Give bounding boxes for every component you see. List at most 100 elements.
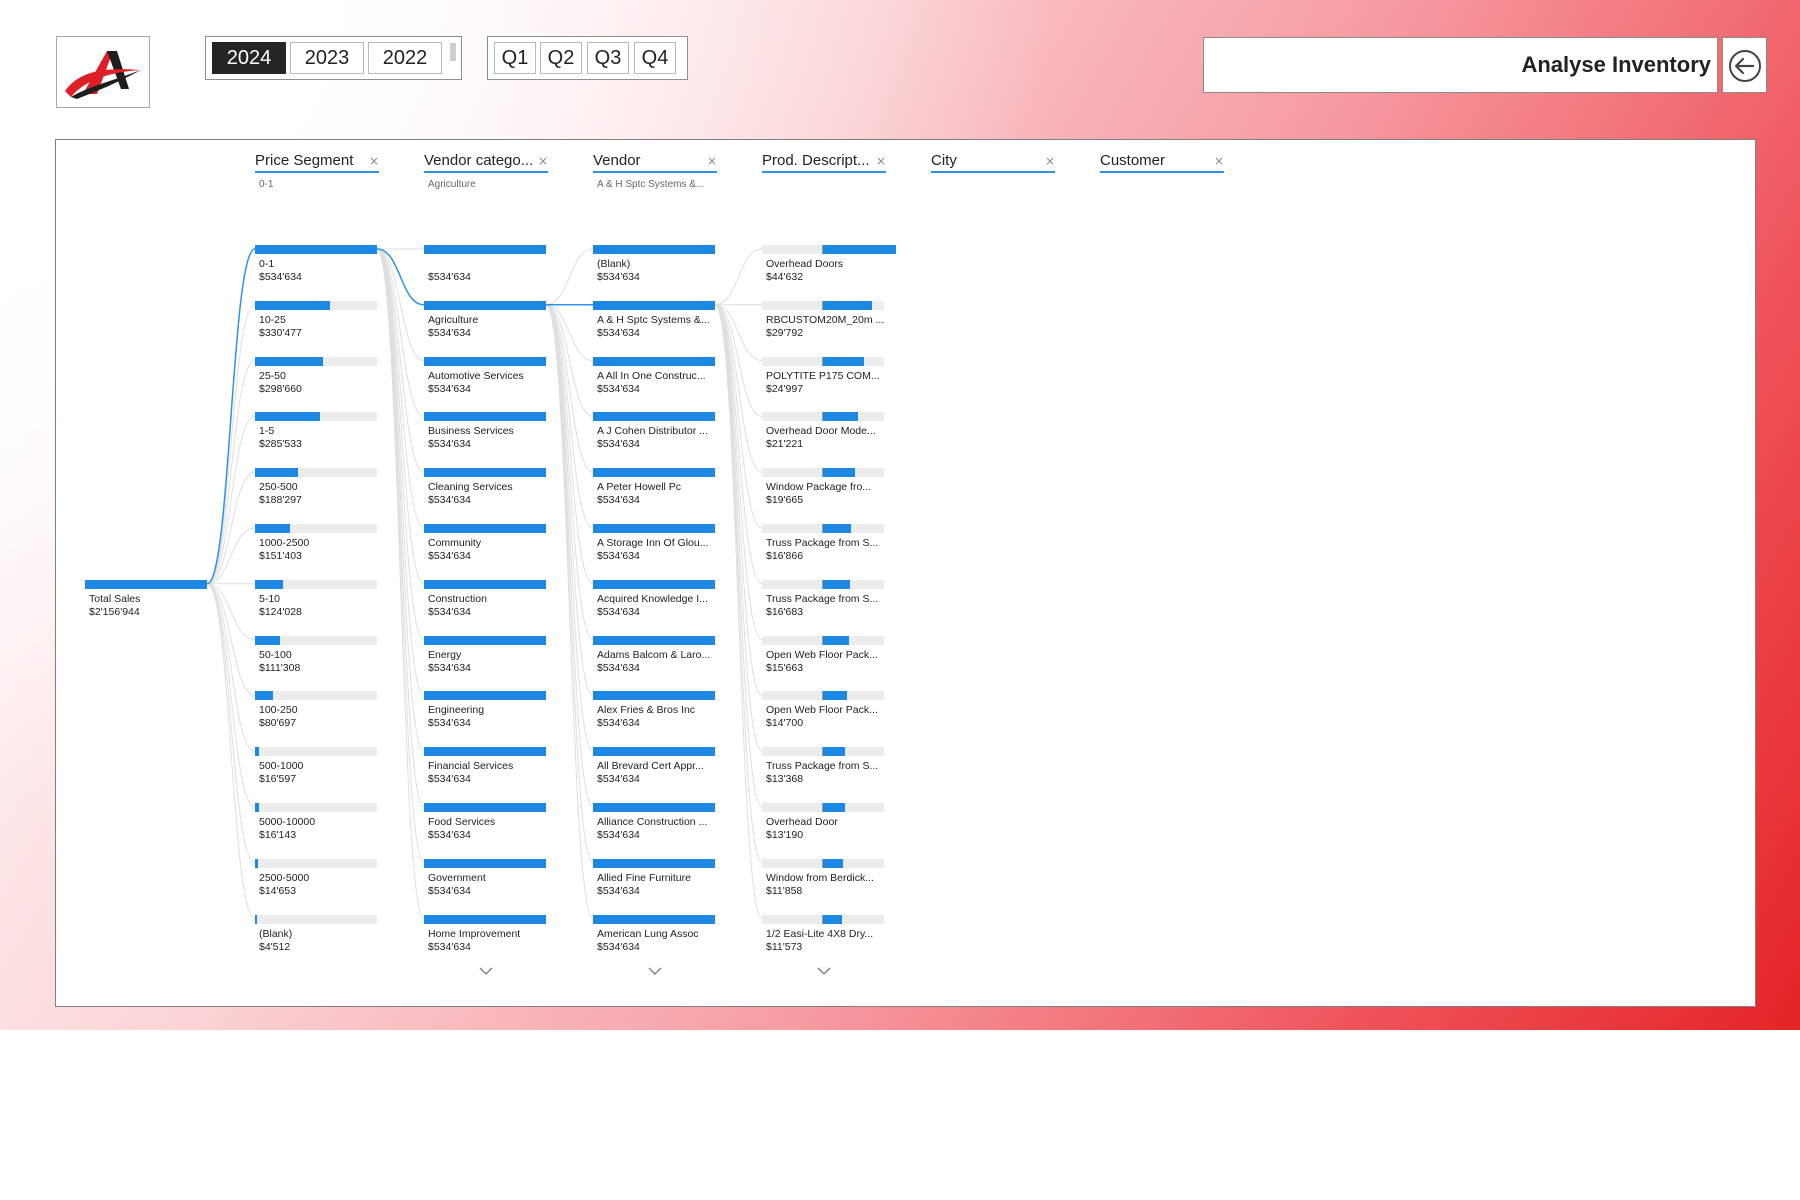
level-header-5[interactable]: Customer × [1100, 152, 1224, 173]
quarter-button-q4[interactable]: Q4 [634, 42, 676, 74]
tree-node[interactable]: Overhead Door Mode... $21'221 [762, 412, 886, 462]
node-bar [823, 524, 851, 533]
chevron-down-icon[interactable] [817, 964, 831, 978]
tree-node[interactable]: Financial Services $534'634 [424, 747, 548, 797]
tree-node[interactable]: 5-10 $124'028 [255, 579, 379, 630]
tree-node[interactable]: 2500-5000 $14'653 [255, 858, 379, 909]
year-button-2023[interactable]: 2023 [290, 42, 364, 74]
tree-node[interactable]: Cleaning Services $534'634 [424, 468, 548, 518]
tree-node[interactable]: All Brevard Cert Appr... $534'634 [593, 747, 717, 797]
node-bar [424, 579, 546, 589]
tree-node[interactable]: Overhead Doors $44'632 [762, 245, 897, 295]
node-value: $534'634 [428, 940, 471, 953]
back-button[interactable] [1722, 37, 1767, 93]
tree-root-node[interactable]: Total Sales $2'156'944 [85, 579, 209, 630]
year-button-2024[interactable]: 2024 [212, 42, 286, 74]
tree-node[interactable]: Adams Balcom & Laro... $534'634 [593, 635, 717, 686]
tree-node[interactable]: A J Cohen Distributor ... $534'634 [593, 412, 717, 462]
tree-node[interactable]: A Peter Howell Pc $534'634 [593, 468, 717, 518]
tree-node[interactable]: 1/2 Easi-Lite 4X8 Dry... $11'573 [762, 914, 886, 965]
tree-node[interactable]: 1000-2500 $151'403 [255, 524, 379, 574]
node-value: $2'156'944 [89, 605, 140, 618]
close-icon[interactable]: × [876, 154, 886, 168]
tree-node[interactable]: POLYTITE P175 COM... $24'997 [762, 356, 886, 407]
tree-node[interactable]: Overhead Door $13'190 [762, 803, 886, 853]
tree-node[interactable]: Window Package fro... $19'665 [762, 468, 886, 518]
tree-node[interactable]: 5000-10000 $16'143 [255, 803, 379, 853]
tree-node[interactable]: Alex Fries & Bros Inc $534'634 [593, 691, 717, 741]
tree-node[interactable]: Automotive Services $534'634 [424, 356, 548, 407]
level-header-4[interactable]: City × [931, 152, 1055, 173]
tree-node[interactable]: Food Services $534'634 [424, 803, 548, 853]
node-bar-origin [822, 635, 823, 645]
tree-node[interactable]: Allied Fine Furniture $534'634 [593, 858, 717, 909]
tree-node[interactable]: Truss Package from S... $16'683 [762, 579, 886, 630]
quarter-button-q2[interactable]: Q2 [540, 42, 582, 74]
page-title-box: Analyse Inventory [1203, 37, 1718, 93]
tree-node[interactable]: 50-100 $111'308 [255, 635, 379, 686]
close-icon[interactable]: × [1045, 154, 1055, 168]
tree-node[interactable]: 1-5 $285'533 [255, 412, 379, 462]
tree-node[interactable]: RBCUSTOM20M_20m ... $29'792 [762, 300, 886, 351]
tree-node[interactable]: Truss Package from S... $16'866 [762, 524, 886, 574]
node-bar [593, 300, 715, 310]
tree-node[interactable]: Community $534'634 [424, 524, 548, 574]
node-label: Total Sales [89, 592, 141, 605]
node-bar-origin [822, 245, 823, 254]
tree-node[interactable]: Window from Berdick... $11'858 [762, 858, 886, 909]
tree-node[interactable]: 500-1000 $16'597 [255, 747, 379, 797]
level-header-0[interactable]: Price Segment × [255, 152, 379, 173]
close-icon[interactable]: × [1214, 154, 1224, 168]
year-slicer-scrollbar[interactable] [450, 43, 456, 61]
tree-node[interactable]: A & H Sptc Systems &... $534'634 [593, 300, 717, 351]
tree-node[interactable]: Open Web Floor Pack... $14'700 [762, 691, 886, 741]
node-label: 5-10 [259, 592, 281, 605]
level-header-1[interactable]: Vendor catego... × [424, 152, 548, 173]
tree-node[interactable]: Truss Package from S... $13'368 [762, 747, 886, 797]
quarter-button-q1[interactable]: Q1 [494, 42, 536, 74]
tree-node[interactable]: (Blank) $534'634 [593, 245, 717, 295]
tree-node[interactable]: 250-500 $188'297 [255, 468, 379, 518]
tree-node[interactable]: A All In One Construc... $534'634 [593, 356, 717, 407]
tree-node[interactable]: Acquired Knowledge I... $534'634 [593, 579, 717, 630]
node-value: $80'697 [259, 717, 297, 730]
quarter-button-q3[interactable]: Q3 [587, 42, 629, 74]
tree-node[interactable]: Engineering $534'634 [424, 691, 548, 741]
tree-node[interactable]: Business Services $534'634 [424, 412, 548, 462]
node-label: Alex Fries & Bros Inc [597, 704, 696, 717]
node-value: $330'477 [259, 326, 302, 339]
tree-node[interactable]: $534'634 [424, 245, 548, 295]
node-value: $534'634 [597, 829, 640, 841]
tree-node[interactable]: Construction $534'634 [424, 579, 548, 630]
node-value: $534'634 [597, 605, 640, 618]
node-value: $534'634 [428, 661, 471, 674]
tree-connector [714, 304, 763, 696]
close-icon[interactable]: × [369, 154, 379, 168]
close-icon[interactable]: × [538, 154, 548, 168]
node-bar-origin [822, 579, 823, 589]
tree-node[interactable]: Agriculture $534'634 [424, 300, 548, 351]
node-bar [255, 747, 259, 757]
tree-node[interactable]: Open Web Floor Pack... $15'663 [762, 635, 886, 686]
tree-node[interactable]: Alliance Construction ... $534'634 [593, 803, 717, 853]
year-button-2022[interactable]: 2022 [368, 42, 442, 74]
tree-node[interactable]: Home Improvement $534'634 [424, 914, 548, 965]
tree-node[interactable]: A Storage Inn Of Glou... $534'634 [593, 524, 717, 574]
node-bar [823, 468, 856, 478]
tree-node[interactable]: Energy $534'634 [424, 635, 548, 686]
level-header-2[interactable]: Vendor × [593, 152, 717, 173]
tree-node[interactable]: Government $534'634 [424, 858, 548, 909]
tree-node[interactable]: American Lung Assoc $534'634 [593, 914, 717, 965]
node-label: Alliance Construction ... [597, 816, 708, 828]
tree-node[interactable]: 10-25 $330'477 [255, 300, 379, 351]
node-value: $534'634 [428, 382, 471, 395]
node-bar-origin [822, 914, 823, 924]
chevron-down-icon[interactable] [648, 964, 662, 978]
close-icon[interactable]: × [707, 154, 717, 168]
tree-node[interactable]: 100-250 $80'697 [255, 691, 379, 741]
tree-node[interactable]: 25-50 $298'660 [255, 356, 379, 407]
tree-node[interactable]: 0-1 $534'634 [255, 245, 379, 295]
tree-node[interactable]: (Blank) $4'512 [255, 914, 379, 965]
level-header-3[interactable]: Prod. Descript... × [762, 152, 886, 173]
chevron-down-icon[interactable] [479, 964, 493, 978]
